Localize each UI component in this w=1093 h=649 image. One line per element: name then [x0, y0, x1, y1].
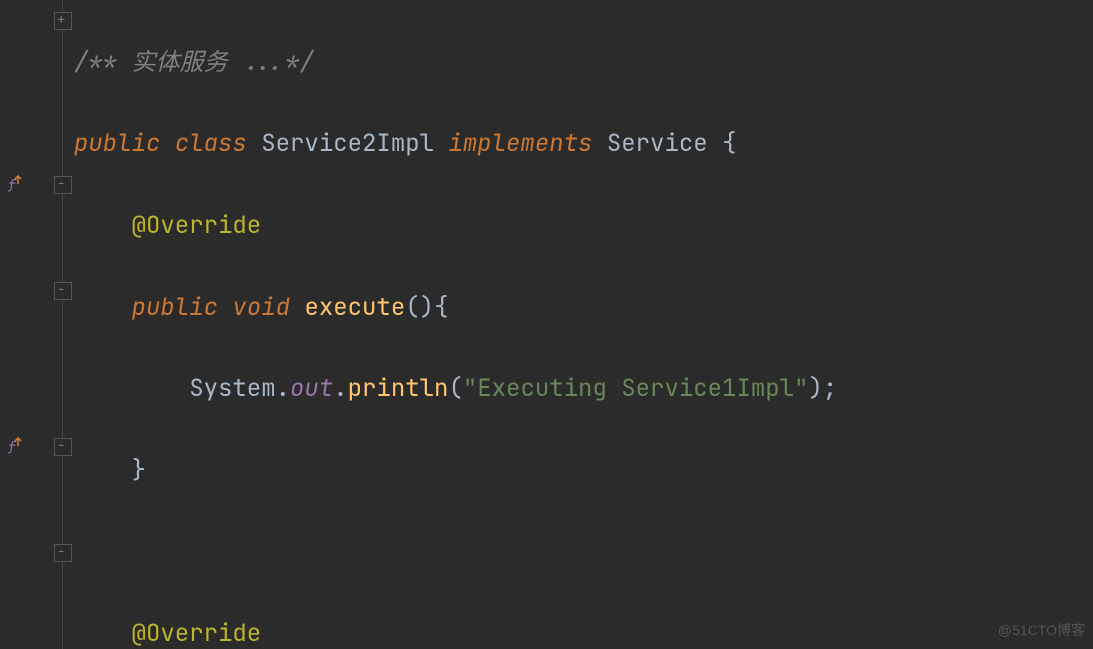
override-gutter-icon[interactable]: f	[4, 432, 32, 460]
fold-icon[interactable]	[54, 282, 72, 300]
gutter: f f	[0, 0, 74, 649]
string-literal: "Executing Service1Impl"	[463, 373, 809, 404]
brace: }	[132, 455, 146, 486]
fold-icon[interactable]	[54, 176, 72, 194]
code-line[interactable]: /** 实体服务 ...*/	[74, 43, 1093, 84]
fold-icon[interactable]	[54, 544, 72, 562]
interface-name: Service	[607, 128, 708, 159]
field: out	[290, 373, 333, 404]
code-line[interactable]: System.out.println("Executing Service1Im…	[74, 369, 1093, 410]
code-editor[interactable]: f f /** 实体服务 ...*/ public class Service2…	[0, 0, 1093, 649]
brace: {	[722, 128, 736, 159]
code-line[interactable]: public void execute(){	[74, 288, 1093, 329]
code-line[interactable]: public class Service2Impl implements Ser…	[74, 124, 1093, 165]
comment: /** 实体服务 ...*/	[74, 47, 314, 78]
class-name: Service2Impl	[261, 128, 434, 159]
code-area[interactable]: /** 实体服务 ...*/ public class Service2Impl…	[74, 0, 1093, 649]
watermark: @51CTO博客	[998, 619, 1085, 643]
keyword: void	[232, 292, 290, 323]
code-line[interactable]: }	[74, 451, 1093, 492]
brace: {	[434, 292, 448, 323]
method-name: execute	[304, 292, 405, 323]
method-name: println	[348, 373, 449, 404]
code-line[interactable]	[74, 532, 1093, 573]
parens: ()	[405, 292, 434, 323]
keyword: implements	[448, 128, 592, 159]
annotation: @Override	[132, 618, 262, 649]
keyword: public	[74, 128, 160, 159]
code-line[interactable]: @Override	[74, 614, 1093, 649]
fold-icon[interactable]	[54, 438, 72, 456]
override-gutter-icon[interactable]: f	[4, 170, 32, 198]
annotation: @Override	[132, 210, 262, 241]
keyword: class	[175, 128, 247, 159]
identifier: System	[189, 373, 275, 404]
keyword: public	[132, 292, 218, 323]
fold-icon[interactable]	[54, 12, 72, 30]
code-line[interactable]: @Override	[74, 206, 1093, 247]
